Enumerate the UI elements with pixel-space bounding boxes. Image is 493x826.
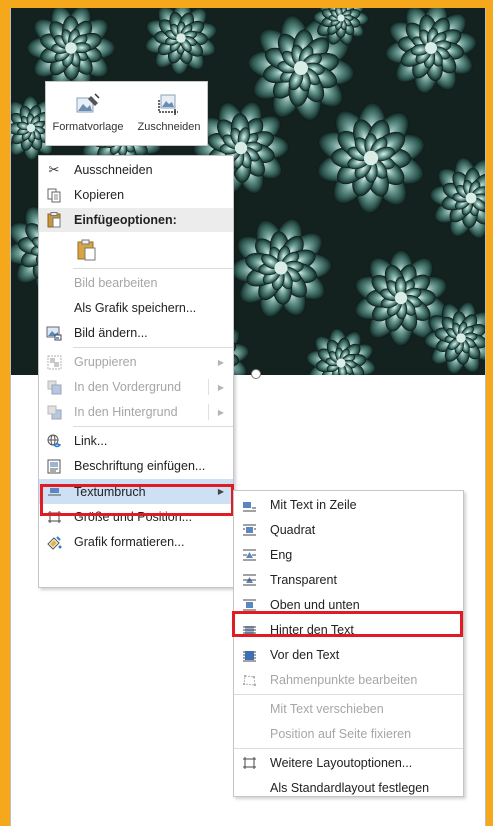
crop-icon bbox=[158, 94, 178, 115]
edit-wrap-points-icon bbox=[241, 672, 257, 688]
menu-item-label: Gruppieren bbox=[74, 355, 137, 369]
menu-item-label: In den Hintergrund bbox=[74, 405, 178, 419]
split-divider bbox=[208, 404, 209, 420]
menu-item-label: Hinter den Text bbox=[270, 623, 354, 637]
scissors-icon: ✂ bbox=[48, 162, 60, 177]
menu-item-label: Beschriftung einfügen... bbox=[74, 459, 206, 473]
menu-item-edit-picture[interactable]: Bild bearbeiten bbox=[39, 271, 233, 295]
menu-item-label: Vor den Text bbox=[270, 648, 340, 662]
wrap-option-inline[interactable]: Mit Text in Zeile bbox=[234, 493, 463, 517]
wrap-option-square[interactable]: Quadrat bbox=[234, 518, 463, 542]
wrap-option-through[interactable]: Transparent bbox=[234, 568, 463, 592]
change-picture-icon bbox=[46, 325, 62, 341]
layout-options-icon bbox=[241, 755, 257, 771]
menu-item-label: Als Grafik speichern... bbox=[74, 301, 197, 315]
menu-item-label: Mit Text in Zeile bbox=[270, 498, 357, 512]
wrap-option-move-with-text[interactable]: Mit Text verschieben bbox=[234, 697, 463, 721]
mini-toolbar: Formatvorlage Zuschneiden bbox=[45, 81, 208, 146]
wrap-tight-icon bbox=[241, 547, 257, 563]
wrap-inline-icon bbox=[241, 497, 257, 513]
wrap-option-in-front[interactable]: Vor den Text bbox=[234, 643, 463, 667]
wrap-option-behind-text[interactable]: Hinter den Text bbox=[234, 618, 463, 642]
chevron-right-icon: ▶ bbox=[217, 357, 224, 367]
menu-separator bbox=[234, 748, 463, 749]
wrap-option-more-layout[interactable]: Weitere Layoutoptionen... bbox=[234, 751, 463, 775]
menu-item-label: Weitere Layoutoptionen... bbox=[270, 756, 413, 770]
wrap-option-fix-position[interactable]: Position auf Seite fixieren bbox=[234, 722, 463, 746]
menu-item-copy[interactable]: Kopieren bbox=[39, 183, 233, 207]
caption-icon bbox=[46, 458, 62, 474]
menu-item-label: Grafik formatieren... bbox=[74, 535, 185, 549]
menu-item-label: Oben und unten bbox=[270, 598, 360, 612]
context-menu: ✂ Ausschneiden Kopieren Einfügeoptionen:… bbox=[38, 155, 234, 588]
menu-item-label: Transparent bbox=[270, 573, 337, 587]
chevron-right-icon: ▶ bbox=[217, 382, 224, 392]
paste-keep-source-button[interactable] bbox=[39, 234, 233, 264]
group-icon bbox=[46, 354, 62, 370]
chevron-right-icon: ▶ bbox=[217, 407, 224, 417]
wrap-in-front-icon bbox=[241, 647, 257, 663]
picture-style-icon bbox=[76, 93, 100, 113]
menu-item-group[interactable]: Gruppieren ▶ bbox=[39, 350, 233, 374]
wrap-text-icon bbox=[46, 483, 62, 499]
crop-label: Zuschneiden bbox=[137, 121, 201, 133]
size-position-icon bbox=[46, 509, 62, 525]
paste-picture-icon bbox=[76, 239, 98, 261]
menu-item-format-picture[interactable]: Grafik formatieren... bbox=[39, 530, 233, 554]
chevron-right-icon: ▶ bbox=[217, 487, 224, 496]
menu-item-label: Position auf Seite fixieren bbox=[270, 727, 412, 741]
wrap-option-tight[interactable]: Eng bbox=[234, 543, 463, 567]
crop-button[interactable]: Zuschneiden bbox=[130, 82, 208, 145]
paste-options-header: Einfügeoptionen: bbox=[39, 208, 233, 232]
menu-item-label: Rahmenpunkte bearbeiten bbox=[270, 673, 418, 687]
menu-item-label: Einfügeoptionen: bbox=[74, 213, 177, 227]
format-picture-icon bbox=[46, 534, 62, 550]
wrap-behind-text-icon bbox=[241, 622, 257, 638]
menu-item-cut[interactable]: ✂ Ausschneiden bbox=[39, 158, 233, 182]
menu-item-label: Link... bbox=[74, 434, 108, 448]
menu-separator bbox=[73, 268, 233, 269]
menu-item-label: Bild ändern... bbox=[74, 326, 148, 340]
picture-resize-handle[interactable] bbox=[251, 369, 261, 379]
menu-item-wrap-text[interactable]: Textumbruch ▶ bbox=[39, 479, 233, 504]
wrap-top-bottom-icon bbox=[241, 597, 257, 613]
menu-item-label: Eng bbox=[270, 548, 293, 562]
menu-item-label: Größe und Position... bbox=[74, 510, 193, 524]
menu-separator bbox=[234, 694, 463, 695]
copy-icon bbox=[46, 187, 62, 203]
bring-forward-icon bbox=[46, 379, 62, 395]
style-button[interactable]: Formatvorlage bbox=[46, 82, 130, 145]
wrap-text-submenu: Mit Text in Zeile Quadrat Eng Transparen… bbox=[233, 490, 464, 797]
menu-item-label: Ausschneiden bbox=[74, 163, 153, 177]
link-icon bbox=[46, 433, 62, 449]
menu-item-label: Als Standardlayout festlegen bbox=[270, 781, 430, 795]
menu-item-bring-forward[interactable]: In den Vordergrund ▶ bbox=[39, 375, 233, 399]
clipboard-icon bbox=[46, 212, 62, 228]
split-divider bbox=[208, 379, 209, 395]
menu-separator bbox=[73, 347, 233, 348]
menu-item-size-position[interactable]: Größe und Position... bbox=[39, 505, 233, 529]
wrap-through-icon bbox=[241, 572, 257, 588]
menu-item-label: Textumbruch bbox=[74, 484, 146, 499]
wrap-option-top-bottom[interactable]: Oben und unten bbox=[234, 593, 463, 617]
send-backward-icon bbox=[46, 404, 62, 420]
menu-item-label: Bild bearbeiten bbox=[74, 276, 158, 290]
menu-item-label: Mit Text verschieben bbox=[270, 702, 384, 716]
menu-item-label: Quadrat bbox=[270, 523, 316, 537]
wrap-option-edit-points[interactable]: Rahmenpunkte bearbeiten bbox=[234, 668, 463, 692]
menu-item-label: Kopieren bbox=[74, 188, 125, 202]
menu-item-insert-caption[interactable]: Beschriftung einfügen... bbox=[39, 454, 233, 478]
wrap-square-icon bbox=[241, 522, 257, 538]
wrap-option-set-default[interactable]: Als Standardlayout festlegen bbox=[234, 776, 463, 800]
style-label: Formatvorlage bbox=[52, 121, 124, 133]
menu-item-change-picture[interactable]: Bild ändern... bbox=[39, 321, 233, 345]
menu-separator bbox=[73, 426, 233, 427]
menu-item-label: In den Vordergrund bbox=[74, 380, 182, 394]
menu-item-link[interactable]: Link... bbox=[39, 429, 233, 453]
menu-item-save-as-picture[interactable]: Als Grafik speichern... bbox=[39, 296, 233, 320]
document-page: Formatvorlage Zuschneiden ✂ Ausschneiden… bbox=[10, 8, 486, 826]
menu-item-send-backward[interactable]: In den Hintergrund ▶ bbox=[39, 400, 233, 424]
